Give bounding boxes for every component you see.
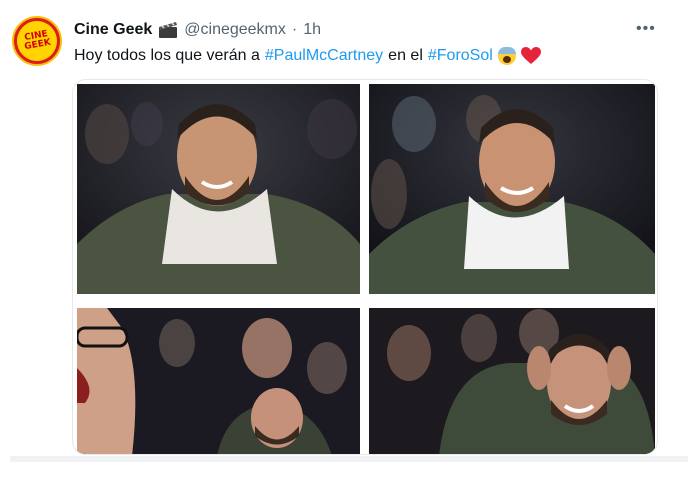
text-prefix: Hoy todos los que verán a xyxy=(74,47,260,64)
clapperboard-icon xyxy=(158,21,178,39)
photo-1[interactable] xyxy=(77,84,360,294)
cine-geek-logo: CINE GEEK xyxy=(14,18,60,64)
author-handle[interactable]: @cinegeekmx xyxy=(184,21,286,39)
media-grid[interactable] xyxy=(72,79,658,455)
tweet-header: Cine Geek @cinegeekmx · 1h xyxy=(74,20,321,40)
more-options-icon[interactable]: ••• xyxy=(636,21,656,37)
separator-dot: · xyxy=(291,21,298,38)
timestamp[interactable]: 1h xyxy=(303,21,321,39)
red-heart-emoji-icon xyxy=(520,47,541,65)
text-middle: en el xyxy=(388,47,423,64)
hashtag-paulmccartney[interactable]: #PaulMcCartney xyxy=(265,47,383,65)
face-screaming-emoji-icon xyxy=(497,47,516,65)
divider xyxy=(10,456,688,462)
photo-2[interactable] xyxy=(369,84,655,294)
tweet-text: Hoy todos los que verán a #PaulMcCartney… xyxy=(74,46,541,66)
photo-4[interactable] xyxy=(369,308,655,454)
avatar[interactable]: CINE GEEK xyxy=(12,16,62,66)
tweet-card[interactable]: CINE GEEK Cine Geek @cinegeekmx · 1h •••… xyxy=(0,0,698,488)
avatar-text-line2: GEEK xyxy=(23,37,52,53)
hashtag-forosol[interactable]: #ForoSol xyxy=(428,47,493,65)
photo-3[interactable] xyxy=(77,308,360,454)
author-name[interactable]: Cine Geek xyxy=(74,21,152,39)
